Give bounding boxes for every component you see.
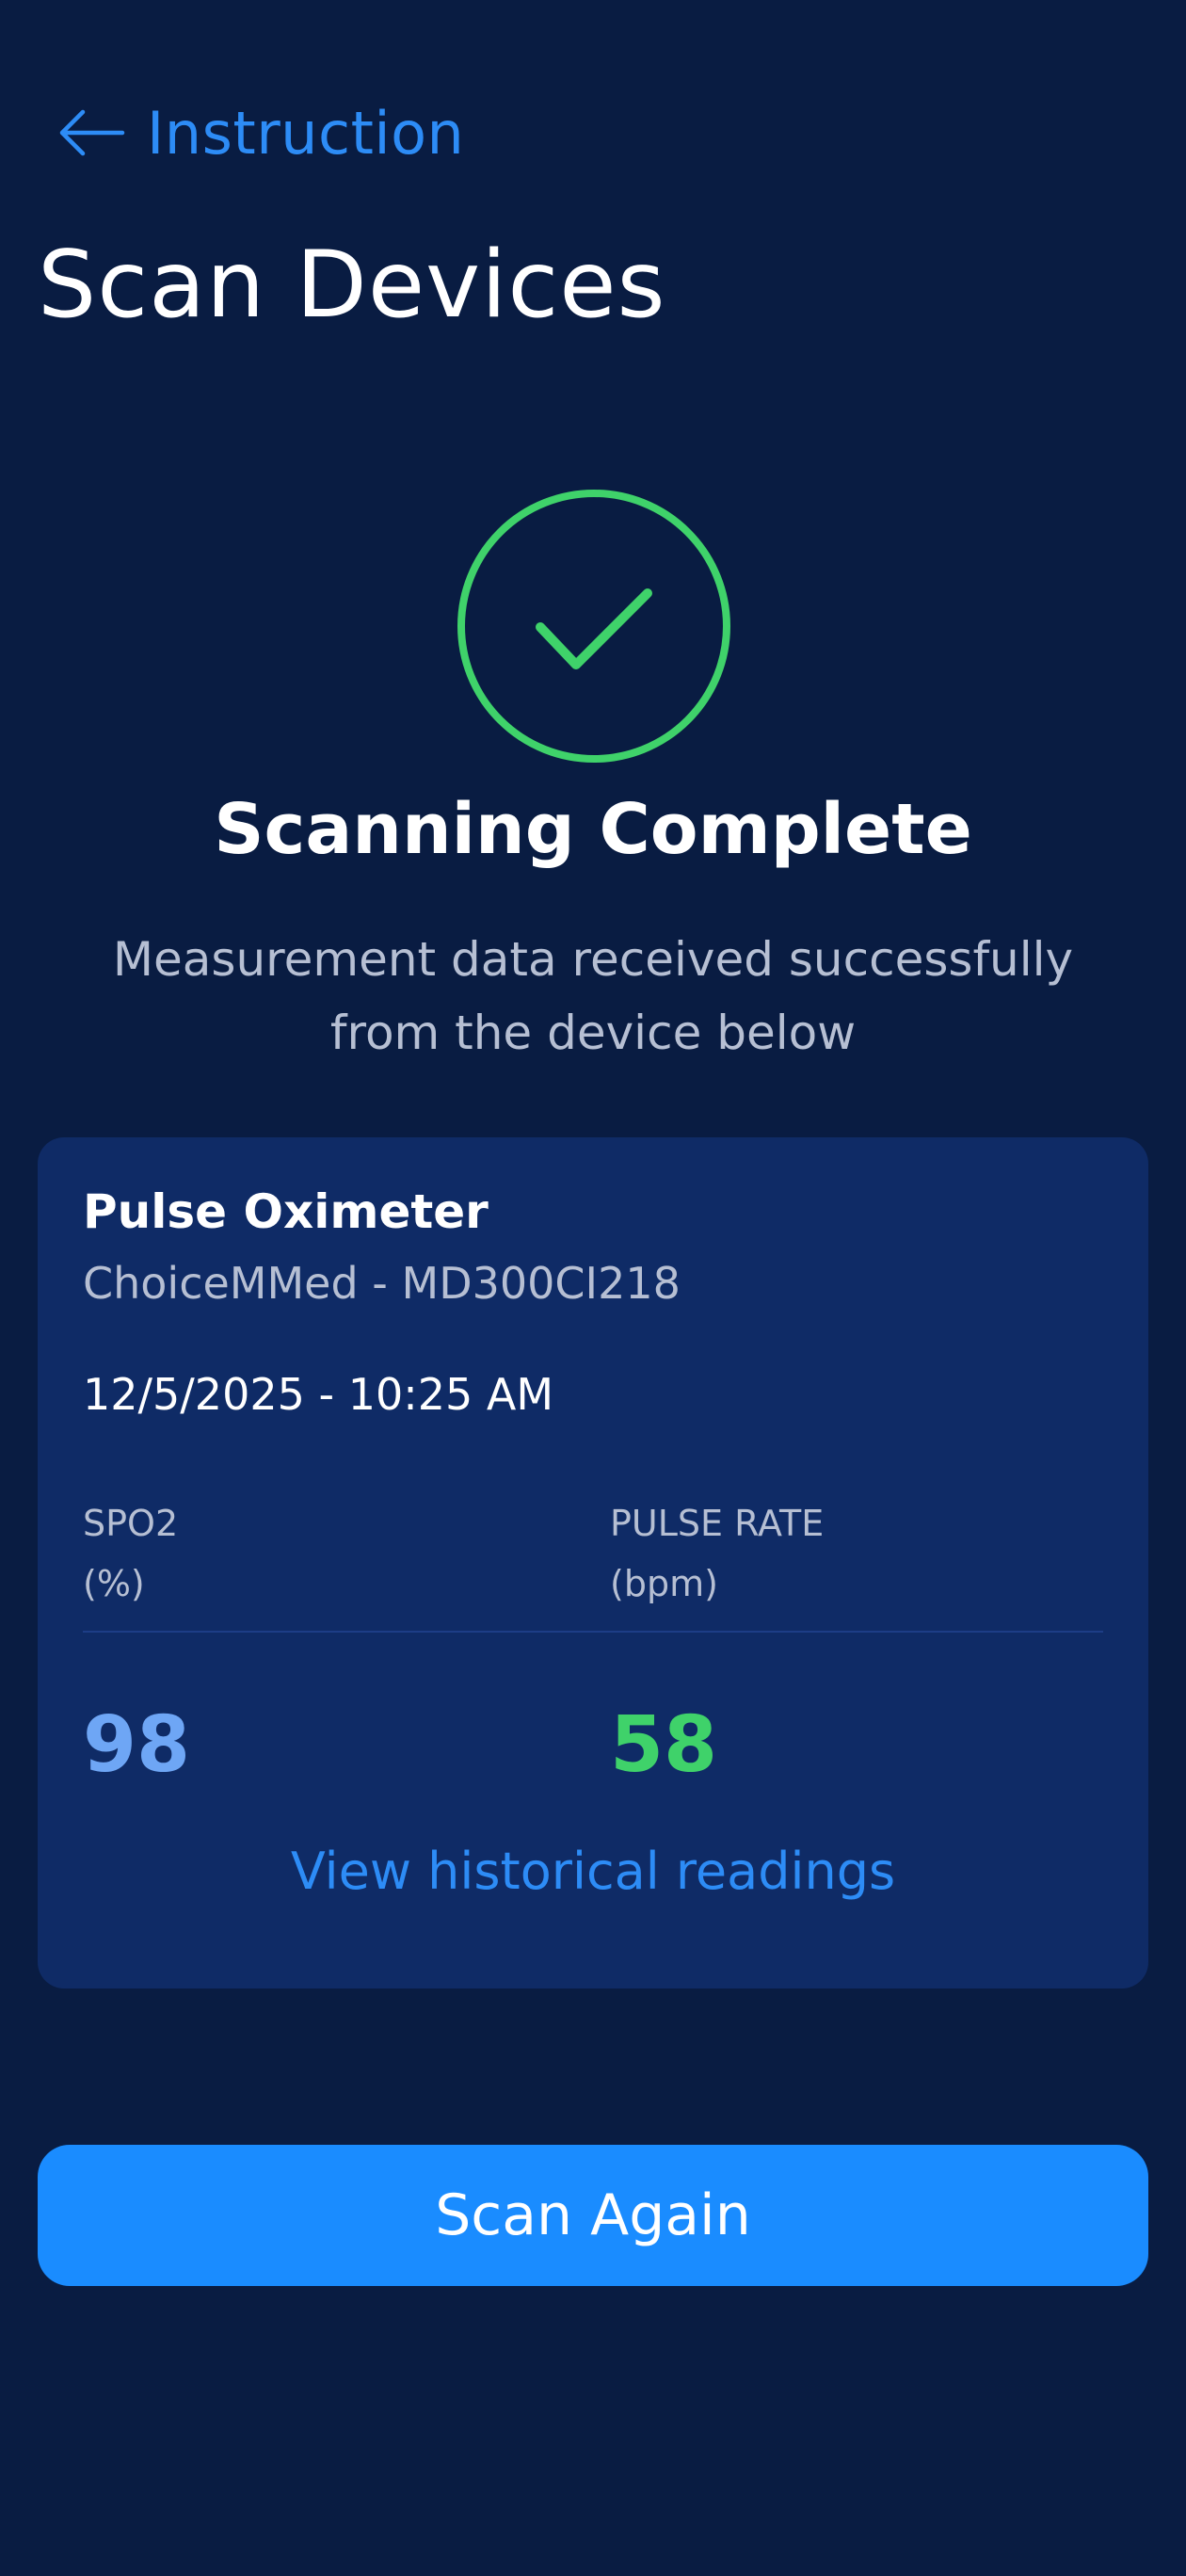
- pulse-rate-unit: (bpm): [610, 1563, 718, 1604]
- device-name: Pulse Oximeter: [83, 1184, 489, 1239]
- status-title: Scanning Complete: [214, 789, 972, 870]
- view-history-link[interactable]: View historical readings: [38, 1842, 1148, 1901]
- spo2-value: 98: [83, 1700, 191, 1790]
- pulse-rate-value: 58: [610, 1700, 718, 1790]
- pulse-rate-label: PULSE RATE (bpm): [610, 1493, 824, 1614]
- pulse-rate-label-text: PULSE RATE: [610, 1503, 825, 1544]
- back-label: Instruction: [147, 98, 465, 168]
- arrow-left-icon: [55, 105, 126, 161]
- spo2-label-text: SPO2: [83, 1503, 179, 1544]
- back-button[interactable]: Instruction: [55, 90, 464, 175]
- page-title: Scan Devices: [38, 232, 666, 339]
- status-description: Measurement data received successfully f…: [112, 932, 1074, 1060]
- divider: [83, 1631, 1103, 1633]
- reading-datetime: 12/5/2025 - 10:25 AM: [83, 1369, 554, 1420]
- spo2-label: SPO2 (%): [83, 1493, 178, 1614]
- check-circle-icon: [456, 488, 732, 765]
- scan-again-button[interactable]: Scan Again: [38, 2145, 1148, 2286]
- device-card: Pulse Oximeter ChoiceMMed - MD300CI218 1…: [38, 1137, 1148, 1988]
- spo2-unit: (%): [83, 1563, 145, 1604]
- device-model: ChoiceMMed - MD300CI218: [83, 1258, 681, 1309]
